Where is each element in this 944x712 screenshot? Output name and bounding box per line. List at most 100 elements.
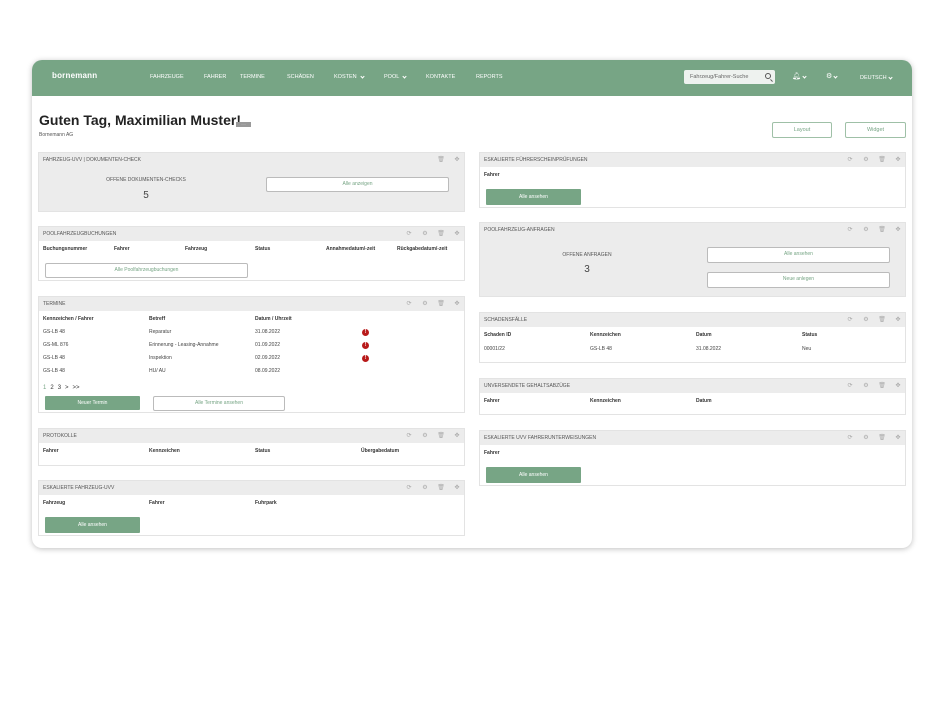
move-icon[interactable]: ✥ (452, 483, 462, 493)
view-all-button[interactable]: Alle ansehen (486, 189, 581, 205)
last-page-icon[interactable]: >> (73, 385, 80, 391)
settings-icon[interactable]: ⚙︎ (420, 431, 430, 441)
move-icon[interactable]: ✥ (893, 381, 903, 391)
dashboard-window: bornemann FAHRZEUGE FAHRER TERMINE SCHÄD… (32, 60, 912, 548)
settings-icon[interactable]: ⚙︎ (861, 155, 871, 165)
bell-icon[interactable]: 🔔︎ (792, 73, 807, 81)
move-icon[interactable]: ✥ (452, 299, 462, 309)
chevron-down-icon (802, 73, 807, 79)
page-link[interactable]: 1 (43, 385, 46, 391)
nav-fahrer[interactable]: FAHRER (204, 74, 240, 80)
nav-kontakte[interactable]: KONTAKTE (426, 74, 476, 80)
view-all-button[interactable]: Alle ansehen (486, 467, 581, 483)
nav-fahrzeuge[interactable]: FAHRZEUGE (150, 74, 204, 80)
show-all-docs-button[interactable]: Alle anzeigen (266, 177, 449, 192)
col-header: Fahrer (484, 450, 500, 456)
widget-header: SCHADENSFÄLLE ⟳ ⚙︎ 🗑︎ ✥ (480, 313, 905, 327)
refresh-icon[interactable]: ⟳ (845, 433, 855, 443)
widget-button[interactable]: Widget (845, 122, 906, 138)
nav-termine[interactable]: TERMINE (240, 74, 287, 80)
move-icon[interactable]: ✥ (452, 431, 462, 441)
settings-icon[interactable]: ⚙︎ (420, 483, 430, 493)
move-icon[interactable]: ✥ (893, 155, 903, 165)
move-icon[interactable]: ✥ (893, 315, 903, 325)
settings-icon[interactable]: ⚙︎ (826, 73, 838, 81)
nav-pool[interactable]: POOL (384, 73, 426, 80)
widget-header: ESKALIERTE FAHRZEUG-UVV ⟳ ⚙︎ 🗑︎ ✥ (39, 481, 464, 495)
trash-icon[interactable]: 🗑︎ (436, 299, 446, 309)
alert-icon: ! (362, 329, 369, 336)
col-header: Kennzeichen / Fahrer (43, 316, 94, 322)
settings-icon[interactable]: ⚙︎ (420, 299, 430, 309)
view-all-button[interactable]: Alle ansehen (45, 517, 140, 533)
new-appointment-button[interactable]: Neuer Termin (45, 396, 140, 410)
col-header: Datum / Uhrzeit (255, 316, 292, 322)
refresh-icon[interactable]: ⟳ (404, 483, 414, 493)
col-header: Fahrer (149, 500, 165, 506)
settings-icon[interactable]: ⚙︎ (861, 381, 871, 391)
layout-button[interactable]: Layout (772, 122, 832, 138)
refresh-icon[interactable]: ⟳ (404, 299, 414, 309)
table-cell: 01.09.2022 (255, 342, 281, 348)
doc-check-count: 5 (143, 190, 149, 201)
trash-icon[interactable]: 🗑︎ (877, 155, 887, 165)
table-cell: GS-ML 876 (43, 342, 69, 348)
trash-icon[interactable]: 🗑︎ (436, 483, 446, 493)
settings-icon[interactable]: ⚙︎ (861, 225, 871, 235)
refresh-icon[interactable]: ⟳ (845, 225, 855, 235)
col-header: Fahrzeug (43, 500, 66, 506)
search-input[interactable]: Fahrzeug/Fahrer-Suche (684, 70, 775, 84)
user-badge: ····· (236, 122, 251, 127)
trash-icon[interactable]: 🗑︎ (877, 433, 887, 443)
col-header: Schaden ID (484, 332, 512, 338)
move-icon[interactable]: ✥ (452, 155, 462, 165)
trash-icon[interactable]: 🗑︎ (877, 315, 887, 325)
widget-pool-requests: POOLFAHRZEUG-ANFRAGEN ⟳ ⚙︎ 🗑︎ ✥ OFFENE ANFR… (479, 222, 906, 297)
trash-icon[interactable]: 🗑︎ (877, 381, 887, 391)
next-page-icon[interactable]: > (65, 385, 69, 391)
refresh-icon[interactable]: ⟳ (404, 431, 414, 441)
col-header: Annahmedatum/-zeit (326, 246, 376, 252)
nav-schaeden[interactable]: SCHÄDEN (287, 74, 334, 80)
nav-reports[interactable]: REPORTS (476, 74, 503, 80)
table-cell: GS-LB 48 (43, 355, 65, 361)
all-pool-bookings-button[interactable]: Alle Poolfahrzeugbuchungen (45, 263, 248, 278)
table-cell: Neu (802, 346, 812, 352)
nav-kosten[interactable]: KOSTEN (334, 73, 384, 80)
trash-icon[interactable]: 🗑︎ (436, 229, 446, 239)
widget-header: POOLFAHRZEUGBUCHUNGEN ⟳ ⚙︎ 🗑︎ ✥ (39, 227, 464, 241)
widget-escalated-license: ESKALIERTE FÜHRERSCHEINPRÜFUNGEN ⟳ ⚙︎ 🗑︎ ✥ … (479, 152, 906, 208)
widget-pool-bookings: POOLFAHRZEUGBUCHUNGEN ⟳ ⚙︎ 🗑︎ ✥ Buchungsnum… (38, 226, 465, 281)
settings-icon[interactable]: ⚙︎ (420, 229, 430, 239)
page-link[interactable]: 3 (58, 385, 61, 391)
page-link[interactable]: 2 (50, 385, 53, 391)
settings-icon[interactable]: ⚙︎ (861, 315, 871, 325)
refresh-icon[interactable]: ⟳ (404, 229, 414, 239)
col-header: Status (802, 332, 818, 338)
open-requests-label: OFFENE ANFRAGEN (562, 252, 612, 258)
col-header: Rückgabedatum/-zeit (397, 246, 448, 252)
all-appointments-button[interactable]: Alle Termine ansehen (153, 396, 285, 411)
refresh-icon[interactable]: ⟳ (845, 381, 855, 391)
move-icon[interactable]: ✥ (893, 225, 903, 235)
col-header: Datum (696, 398, 712, 404)
page-title: Guten Tag, Maximilian Muster! (39, 112, 241, 128)
col-header: Status (255, 448, 271, 454)
trash-icon[interactable]: 🗑︎ (877, 225, 887, 235)
col-header: Fahrer (484, 398, 500, 404)
trash-icon[interactable]: 🗑︎ (436, 155, 446, 165)
view-all-requests-button[interactable]: Alle ansehen (707, 247, 890, 263)
language-select[interactable]: DEUTSCH (860, 74, 893, 81)
col-header: Fuhrpark (255, 500, 277, 506)
create-request-button[interactable]: Neue anlegen (707, 272, 890, 288)
table-cell: Erinnerung - Leasing-Annahme (149, 342, 219, 348)
refresh-icon[interactable]: ⟳ (845, 155, 855, 165)
trash-icon[interactable]: 🗑︎ (436, 431, 446, 441)
table-cell: GS-LB 48 (43, 329, 65, 335)
table-cell: GS-LB 48 (43, 368, 65, 374)
refresh-icon[interactable]: ⟳ (845, 315, 855, 325)
move-icon[interactable]: ✥ (452, 229, 462, 239)
settings-icon[interactable]: ⚙︎ (861, 433, 871, 443)
move-icon[interactable]: ✥ (893, 433, 903, 443)
col-header: Kennzeichen (590, 398, 621, 404)
